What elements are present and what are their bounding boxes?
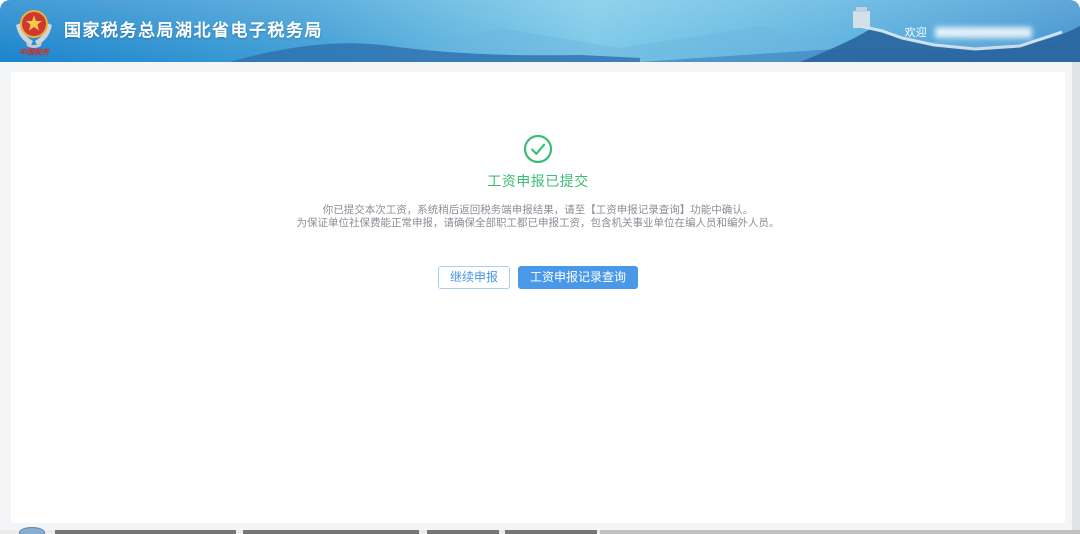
check-circle-icon xyxy=(523,134,553,164)
scrollbar[interactable] xyxy=(1072,62,1080,530)
result-title: 工资申报已提交 xyxy=(487,173,589,189)
taskbar-segment[interactable] xyxy=(243,530,419,534)
submit-result-block: 工资申报已提交 你已提交本次工资，系统稍后返回税务端申报结果，请至【工资申报记录… xyxy=(11,72,1065,289)
welcome-area: 欢迎 ████████████████ xyxy=(905,24,1032,40)
taskbar-app-icon[interactable] xyxy=(19,527,45,534)
taskbar-edge xyxy=(0,527,1080,534)
result-description-line2: 为保证单位社保费能正常申报，请确保全部职工都已申报工资，包含机关事业单位在编人员… xyxy=(296,217,780,229)
header-banner: 中国税务 国家税务总局湖北省电子税务局 欢迎 ████████████████ xyxy=(0,0,1080,62)
content-panel: 工资申报已提交 你已提交本次工资，系统稍后返回税务端申报结果，请至【工资申报记录… xyxy=(11,72,1065,523)
salary-declare-record-query-button[interactable]: 工资申报记录查询 xyxy=(518,266,639,289)
app-window: 中国税务 国家税务总局湖北省电子税务局 欢迎 ████████████████ … xyxy=(0,0,1080,534)
result-description: 你已提交本次工资，系统稍后返回税务端申报结果，请至【工资申报记录查询】功能中确认… xyxy=(297,204,780,230)
taskbar-segment[interactable] xyxy=(55,530,236,534)
taskbar-segment[interactable] xyxy=(427,530,499,534)
welcome-label: 欢迎 xyxy=(904,27,927,39)
result-description-line1: 你已提交本次工资，系统稍后返回税务端申报结果，请至【工资申报记录查询】功能中确认… xyxy=(322,204,754,216)
taskbar-segment[interactable] xyxy=(505,530,597,534)
tax-emblem-icon: 中国税务 xyxy=(16,10,52,57)
taskbar-segment[interactable] xyxy=(600,530,1080,534)
site-title: 国家税务总局湖北省电子税务局 xyxy=(64,21,323,40)
logo-caption: 中国税务 xyxy=(19,48,50,57)
company-name-blurred: ████████████████ xyxy=(934,26,1032,38)
continue-declare-button[interactable]: 继续申报 xyxy=(437,266,510,289)
action-buttons: 继续申报 工资申报记录查询 xyxy=(437,266,639,289)
